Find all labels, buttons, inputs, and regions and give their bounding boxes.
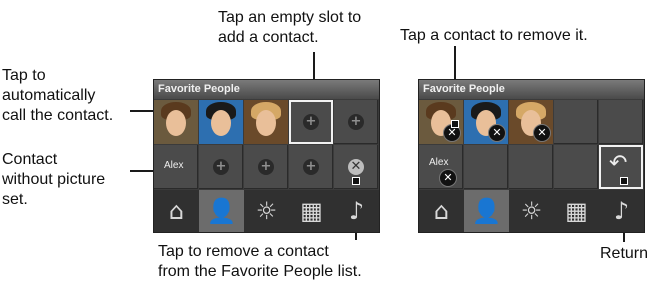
empty-slot[interactable]: +	[244, 145, 288, 189]
panel-title: Favorite People	[154, 80, 379, 99]
callout-marker	[620, 177, 628, 185]
music-icon: ♪	[613, 197, 630, 225]
remove-contact-icon: ✕	[488, 124, 506, 142]
empty-slot[interactable]: +	[334, 100, 378, 144]
tab-home[interactable]: ⌂	[419, 190, 464, 232]
tab-apps[interactable]: ▦	[554, 190, 599, 232]
people-icon: 👤	[471, 197, 502, 225]
add-contact-icon: +	[348, 114, 364, 130]
music-icon: ♪	[348, 197, 365, 225]
weather-icon: ☼	[520, 197, 543, 225]
apps-grid-icon: ▦	[300, 197, 323, 225]
add-contact-icon: +	[258, 159, 274, 175]
callout-tap-empty-slot: Tap an empty slot to add a contact.	[218, 9, 362, 46]
apps-grid-icon: ▦	[565, 197, 588, 225]
callout-marker	[451, 120, 459, 128]
empty-slot	[599, 100, 643, 144]
add-contact-icon: +	[303, 114, 319, 130]
contact-name: Alex	[164, 160, 184, 171]
contact-photo-3[interactable]: ✕	[509, 100, 553, 144]
contact-alex[interactable]: Alex ✕	[419, 145, 463, 189]
empty-slot[interactable]: +	[199, 145, 243, 189]
tab-music[interactable]: ♪	[599, 190, 644, 232]
tab-music[interactable]: ♪	[334, 190, 379, 232]
empty-slot[interactable]: +	[289, 145, 333, 189]
home-icon: ⌂	[168, 197, 185, 225]
contact-photo-2[interactable]	[199, 100, 243, 144]
tab-people[interactable]: 👤	[199, 190, 244, 232]
remove-icon: ✕	[348, 159, 364, 175]
contact-name: Alex	[429, 157, 449, 168]
contact-photo-1[interactable]	[154, 100, 198, 144]
empty-slot	[554, 100, 598, 144]
weather-icon: ☼	[255, 197, 278, 225]
home-icon: ⌂	[433, 197, 450, 225]
tab-home[interactable]: ⌂	[154, 190, 199, 232]
add-contact-icon: +	[303, 159, 319, 175]
callout-tap-remove-list: Tap to remove a contact from the Favorit…	[158, 243, 362, 280]
tab-bar: ⌂ 👤 ☼ ▦ ♪	[419, 190, 644, 232]
favorite-people-panel-right: Favorite People ✕ ✕ ✕ Alex ✕ ↶ ⌂ 👤 ☼ ▦ ♪	[418, 79, 645, 233]
callout-return: Return	[600, 245, 649, 262]
contact-photo-3[interactable]	[244, 100, 288, 144]
remove-contact-icon: ✕	[439, 169, 457, 187]
remove-contact-icon: ✕	[533, 124, 551, 142]
callout-contact-no-picture: Contact without picture set.	[2, 151, 106, 208]
callout-tap-call: Tap to automatically call the contact.	[2, 67, 114, 124]
empty-slot	[554, 145, 598, 189]
empty-slot	[464, 145, 508, 189]
contact-alex[interactable]: Alex	[154, 145, 198, 189]
empty-slot-selected[interactable]: +	[289, 100, 333, 144]
add-contact-icon: +	[213, 159, 229, 175]
tab-weather[interactable]: ☼	[509, 190, 554, 232]
tab-weather[interactable]: ☼	[244, 190, 289, 232]
tab-apps[interactable]: ▦	[289, 190, 334, 232]
empty-slot	[509, 145, 553, 189]
contact-photo-2[interactable]: ✕	[464, 100, 508, 144]
tab-people[interactable]: 👤	[464, 190, 509, 232]
people-icon: 👤	[206, 197, 237, 225]
tab-bar: ⌂ 👤 ☼ ▦ ♪	[154, 190, 379, 232]
callout-tap-contact-remove: Tap a contact to remove it.	[400, 27, 588, 44]
return-icon: ↶	[609, 151, 628, 176]
favorite-people-panel-left: Favorite People + + Alex + + + ✕ ⌂ 👤 ☼ ▦…	[153, 79, 380, 233]
panel-title: Favorite People	[419, 80, 644, 99]
callout-marker	[352, 177, 360, 185]
